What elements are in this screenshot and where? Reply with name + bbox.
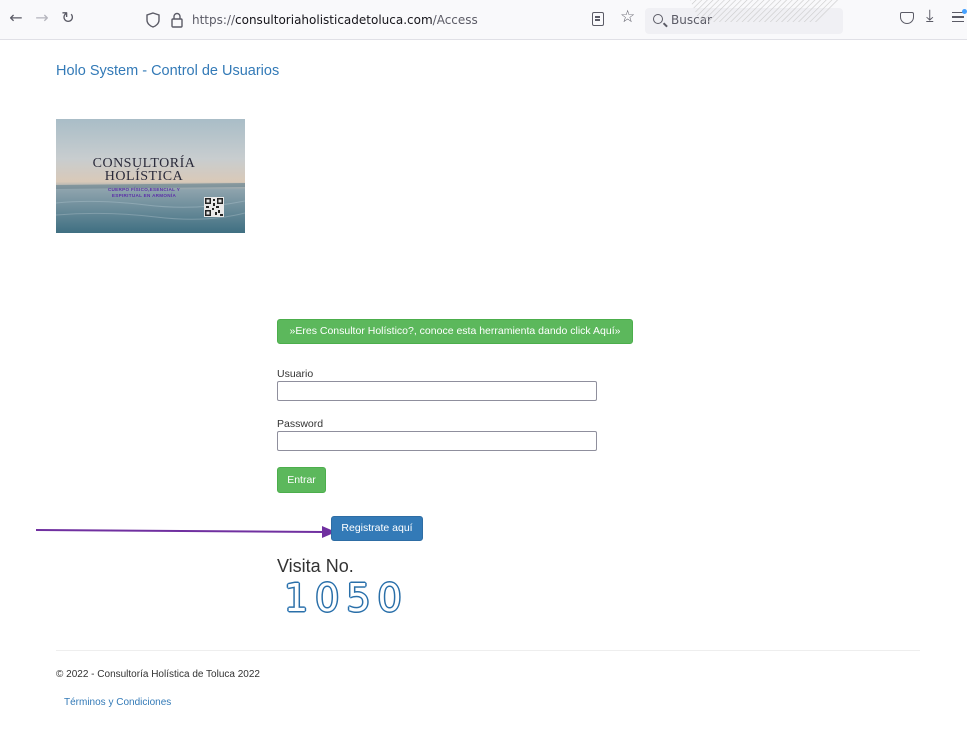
search-icon (653, 14, 663, 24)
url-prefix: https:// (192, 13, 236, 27)
visit-label: Visita No. (277, 556, 354, 576)
lock-icon[interactable] (170, 12, 184, 28)
decorative-hatch (690, 0, 840, 22)
back-arrow-icon[interactable]: ← (6, 8, 26, 28)
usuario-input[interactable] (277, 381, 597, 401)
pocket-icon[interactable] (900, 12, 914, 24)
reload-icon[interactable]: ↻ (58, 8, 78, 28)
url-text[interactable]: https://consultoriaholisticadetoluca.com… (192, 13, 478, 27)
shield-icon[interactable] (146, 12, 160, 28)
footer-copyright: © 2022 - Consultoría Holística de Toluca… (56, 669, 260, 680)
annotation-arrow (36, 526, 336, 538)
bookmark-star-icon[interactable]: ☆ (620, 7, 635, 27)
menu-icon[interactable] (952, 9, 967, 22)
address-bar[interactable]: https://consultoriaholisticadetoluca.com… (140, 8, 640, 34)
reader-view-icon[interactable] (592, 12, 604, 26)
url-path: /Access (432, 13, 478, 27)
visit-counter: 1050 (284, 576, 409, 620)
download-icon[interactable]: ⤓ (926, 6, 934, 26)
qr-code-icon (204, 197, 224, 217)
register-button[interactable]: Registrate aquí (331, 516, 423, 541)
banner-image: CONSULTORÍA HOLÍSTICA CUERPO FÍSICO,ESEN… (56, 119, 245, 233)
password-input[interactable] (277, 431, 597, 451)
footer-divider (56, 650, 920, 651)
banner-title-line2: HOLÍSTICA (104, 169, 184, 184)
usuario-label: Usuario (277, 368, 314, 380)
brand-link[interactable]: Holo System - Control de Usuarios (56, 63, 279, 79)
terms-link[interactable]: Términos y Condiciones (64, 697, 171, 708)
consultor-info-button[interactable]: »Eres Consultor Holístico?, conoce esta … (277, 319, 633, 344)
forward-arrow-icon[interactable]: → (32, 8, 52, 28)
url-host: consultoriaholisticadetoluca.com (235, 13, 433, 27)
entrar-button[interactable]: Entrar (277, 467, 326, 493)
password-label: Password (277, 418, 324, 430)
